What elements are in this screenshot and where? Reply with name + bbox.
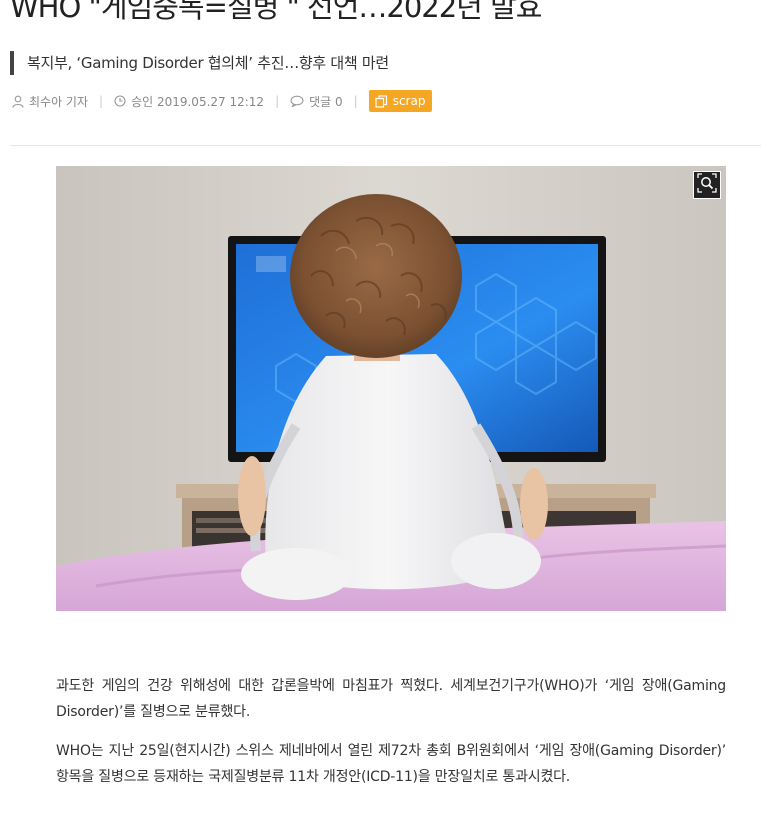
child-watching-tv-image xyxy=(56,166,726,611)
author-name: 최수아 기자 xyxy=(29,94,89,109)
scrap-button[interactable]: scrap xyxy=(368,90,433,112)
copy-icon xyxy=(375,94,393,108)
article-body: 과도한 게임의 건강 위해성에 대한 갑론을박에 마침표가 찍혔다. 세계보건기… xyxy=(56,673,726,803)
comments-link[interactable]: 댓글 0 xyxy=(290,93,343,110)
article-paragraph: WHO는 지난 25일(현지시간) 스위스 제네바에서 열린 제72차 총회 B… xyxy=(56,743,726,785)
article-photo[interactable] xyxy=(56,166,726,611)
approval-timestamp: 승인 2019.05.27 12:12 xyxy=(131,94,265,109)
article-meta: 최수아 기자 | 승인 2019.05.27 12:12 | 댓글 0 | sc… xyxy=(12,89,433,113)
approval-info: 승인 2019.05.27 12:12 xyxy=(114,93,264,110)
article-paragraph: 과도한 게임의 건강 위해성에 대한 갑론을박에 마침표가 찍혔다. 세계보건기… xyxy=(56,678,726,720)
speech-bubble-icon xyxy=(290,95,304,107)
comments-count: 댓글 0 xyxy=(309,94,343,109)
clock-icon xyxy=(114,95,126,107)
meta-separator: | xyxy=(99,94,104,108)
magnifier-icon xyxy=(697,173,717,197)
person-icon xyxy=(12,95,24,108)
article-page: WHO "게임중독=질병 " 선언…2022년 발효 복지부, ‘Gaming … xyxy=(0,0,761,827)
meta-separator: | xyxy=(353,94,358,108)
article-subtitle: 복지부, ‘Gaming Disorder 협의체’ 추진…향후 대책 마련 xyxy=(10,51,389,75)
article-headline: WHO "게임중독=질병 " 선언…2022년 발효 xyxy=(10,0,542,24)
header-divider xyxy=(10,145,761,146)
scrap-label: scrap xyxy=(392,94,426,108)
zoom-button[interactable] xyxy=(693,171,721,199)
author-info: 최수아 기자 xyxy=(12,93,88,110)
meta-separator: | xyxy=(275,94,280,108)
